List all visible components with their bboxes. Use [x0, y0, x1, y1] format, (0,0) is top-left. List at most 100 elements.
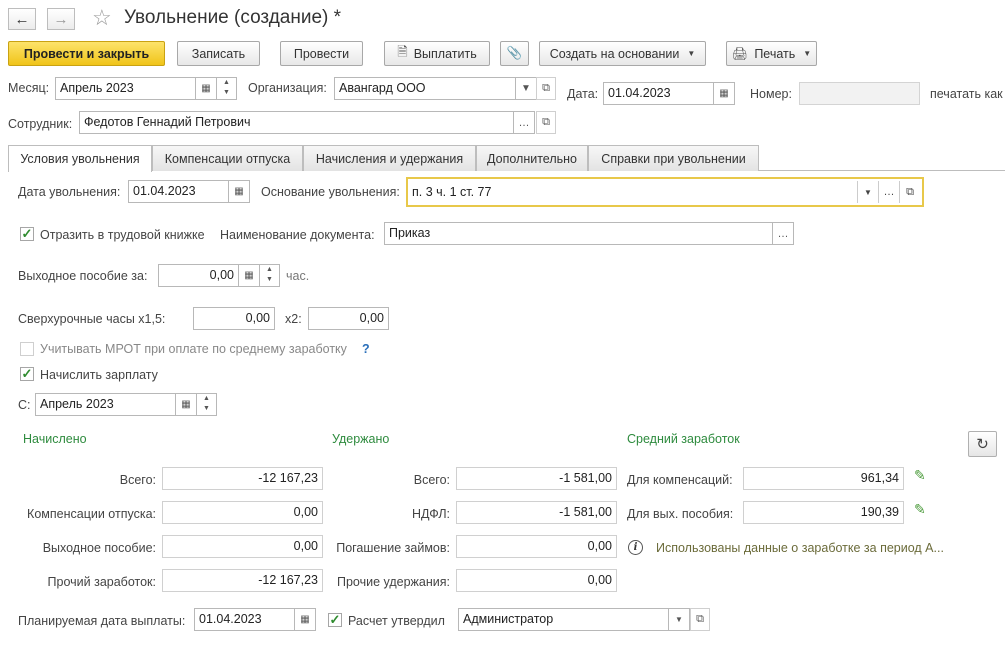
chevron-down-icon: ▼ — [803, 49, 812, 58]
open-window-icon: ⧉ — [542, 82, 550, 94]
ndfl-label: НДФЛ: — [412, 507, 450, 521]
from-month-spinner[interactable]: ▲ ▼ — [197, 393, 217, 416]
other-deductions-label: Прочие удержания: — [336, 575, 450, 589]
arrow-right-icon: → — [53, 10, 69, 28]
accrued-total-label: Всего: — [119, 473, 156, 487]
number-label: Номер: — [750, 87, 792, 101]
chevron-down-icon[interactable]: ▼ — [669, 608, 690, 631]
tab-dismissal-certificates[interactable]: Справки при увольнении — [588, 145, 759, 171]
refresh-icon: ↻ — [976, 436, 989, 453]
pencil-icon[interactable]: ✎ — [914, 501, 926, 518]
reflect-in-workbook-label: Отразить в трудовой книжке — [40, 228, 205, 242]
attach-button[interactable]: 📎 — [500, 41, 529, 66]
calculator-icon[interactable]: ▦ — [239, 264, 260, 287]
mrot-label: Учитывать МРОТ при оплате по среднему за… — [40, 342, 347, 356]
planned-pay-date-input[interactable]: 01.04.2023 — [194, 608, 295, 631]
severance-input[interactable]: 0,00 — [158, 264, 239, 287]
tab-additional[interactable]: Дополнительно — [476, 145, 588, 171]
average-earnings-header: Средний заработок — [627, 432, 740, 446]
paperclip-icon: 📎 — [506, 46, 523, 60]
post-and-close-button[interactable]: Провести и закрыть — [8, 41, 165, 66]
overtime-2-input[interactable]: 0,00 — [308, 307, 389, 330]
calendar-icon[interactable]: ▦ — [196, 77, 217, 100]
severance-label: Выходное пособие за: — [18, 269, 148, 283]
other-deductions-field: 0,00 — [456, 569, 617, 592]
select-document-name-button[interactable]: … — [773, 222, 794, 245]
vacation-compensation-field: 0,00 — [162, 501, 323, 524]
help-icon[interactable]: ? — [362, 341, 370, 357]
earnings-period-info[interactable]: Использованы данные о заработке за перио… — [656, 540, 944, 556]
date-label: Дата: — [567, 87, 599, 101]
other-earnings-field: -12 167,23 — [162, 569, 323, 592]
avg-compensation-field: 961,34 — [743, 467, 904, 490]
print-button[interactable]: 🖨 Печать ▼ — [726, 41, 817, 66]
reflect-in-workbook-checkbox[interactable]: ✓ — [20, 227, 34, 241]
tab-accruals-deductions[interactable]: Начисления и удержания — [303, 145, 476, 171]
vacation-compensation-label: Компенсации отпуска: — [27, 507, 156, 521]
withheld-total-label: Всего: — [413, 473, 450, 487]
severance-unit: час. — [286, 269, 310, 283]
checkmark-icon: ✓ — [21, 226, 33, 241]
number-input[interactable] — [799, 82, 920, 105]
select-basis-button[interactable]: … — [878, 181, 899, 203]
from-month-input[interactable]: Апрель 2023 — [35, 393, 176, 416]
avg-severance-label: Для вых. пособия: — [627, 507, 734, 521]
approver-input[interactable]: Администратор — [458, 608, 669, 631]
refresh-button[interactable]: ↻ — [968, 431, 997, 457]
calculation-approved-label: Расчет утвердил — [348, 614, 445, 628]
calendar-icon[interactable]: ▦ — [295, 608, 316, 631]
calculation-approved-checkbox[interactable]: ✓ — [328, 613, 342, 627]
save-button[interactable]: Записать — [177, 41, 260, 66]
tab-vacation-compensation[interactable]: Компенсации отпуска — [152, 145, 303, 171]
overtime-15-label: Сверхурочные часы х1,5: — [18, 312, 166, 326]
dismissal-basis-input[interactable]: п. 3 ч. 1 ст. 77 — [406, 177, 924, 207]
employee-input[interactable]: Федотов Геннадий Петрович — [79, 111, 514, 134]
calendar-icon[interactable]: ▦ — [229, 180, 250, 203]
create-based-label: Создать на основании — [549, 46, 680, 61]
chevron-down-icon[interactable]: ▼ — [516, 77, 537, 100]
open-window-icon: ⧉ — [696, 613, 704, 625]
avg-compensation-label: Для компенсаций: — [627, 473, 733, 487]
chevron-down-icon: ▼ — [687, 49, 696, 58]
checkmark-icon: ✓ — [329, 612, 341, 627]
printer-icon: 🖨 — [731, 45, 749, 61]
accrue-salary-checkbox[interactable]: ✓ — [20, 367, 34, 381]
pencil-icon[interactable]: ✎ — [914, 467, 926, 484]
chevron-down-icon[interactable]: ▼ — [857, 181, 878, 203]
create-based-on-button[interactable]: Создать на основании ▼ — [539, 41, 706, 66]
info-circle-icon: i — [628, 540, 643, 555]
page-title: Увольнение (создание) * — [124, 7, 342, 28]
date-input[interactable]: 01.04.2023 — [603, 82, 714, 105]
arrow-left-icon: ← — [14, 10, 30, 28]
severance-spinner[interactable]: ▲ ▼ — [260, 264, 280, 287]
dismissal-date-input[interactable]: 01.04.2023 — [128, 180, 229, 203]
open-window-icon: ⧉ — [542, 116, 550, 128]
planned-pay-date-label: Планируемая дата выплаты: — [18, 614, 186, 628]
loan-repayment-field: 0,00 — [456, 535, 617, 558]
month-spinner[interactable]: ▲ ▼ — [217, 77, 237, 100]
loan-repayment-label: Погашение займов: — [336, 541, 450, 555]
open-window-icon[interactable]: ⧉ — [899, 181, 920, 203]
mrot-checkbox[interactable] — [20, 342, 34, 356]
document-name-input[interactable]: Приказ — [384, 222, 773, 245]
withheld-total-field: -1 581,00 — [456, 467, 617, 490]
calendar-icon[interactable]: ▦ — [176, 393, 197, 416]
open-employee-button[interactable]: ⧉ — [536, 111, 556, 134]
calendar-icon[interactable]: ▦ — [714, 82, 735, 105]
post-button[interactable]: Провести — [280, 41, 363, 66]
pay-button[interactable]: 🗎 Выплатить — [384, 41, 490, 66]
pay-button-label: Выплатить — [413, 46, 477, 61]
select-employee-button[interactable]: … — [514, 111, 535, 134]
open-approver-button[interactable]: ⧉ — [690, 608, 710, 631]
forward-button[interactable]: → — [47, 8, 75, 30]
organization-input[interactable]: Авангард ООО — [334, 77, 516, 100]
tab-conditions[interactable]: Условия увольнения — [8, 145, 152, 172]
back-button[interactable]: ← — [8, 8, 36, 30]
employee-label: Сотрудник: — [8, 117, 73, 131]
accrue-salary-label: Начислить зарплату — [40, 368, 158, 382]
overtime-15-input[interactable]: 0,00 — [193, 307, 275, 330]
month-input[interactable]: Апрель 2023 — [55, 77, 196, 100]
month-label: Месяц: — [8, 81, 50, 95]
open-organization-button[interactable]: ⧉ — [536, 77, 556, 100]
star-icon[interactable]: ☆ — [92, 6, 112, 30]
